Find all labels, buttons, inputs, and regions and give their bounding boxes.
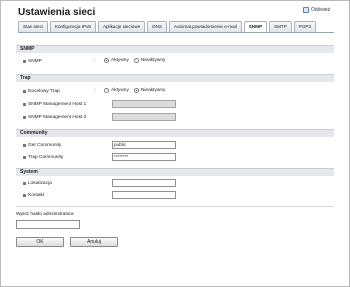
trap-community-input[interactable]: ******** xyxy=(112,153,176,161)
cancel-button[interactable]: Anuluj xyxy=(70,237,118,247)
tab-email-notification[interactable]: Automat.powiadomienie e-mail xyxy=(168,21,242,32)
tab-ipv6[interactable]: Konfiguracja IPv6 xyxy=(49,21,96,32)
admin-password-label: Wpisz hasło administratora xyxy=(16,212,74,217)
settings-window: Ustawienia sieci Odśwież Stan sieci Konf… xyxy=(0,0,350,287)
location-input[interactable] xyxy=(112,179,176,187)
tab-dns[interactable]: DNS xyxy=(147,21,167,32)
section-trap-header: Trap xyxy=(16,74,334,82)
bullet-icon xyxy=(23,60,26,63)
section-snmp-header: SNMP xyxy=(16,45,334,53)
section-community-header: Community xyxy=(16,129,334,137)
page-title: Ustawienia sieci xyxy=(18,7,96,18)
refresh-label: Odśwież xyxy=(311,7,331,13)
tab-bar: Stan sieci Konfiguracja IPv6 Aplikacje s… xyxy=(18,21,317,32)
snmp-radio-group: Aktywny Nieaktywny xyxy=(104,58,165,63)
get-community-input[interactable]: public xyxy=(112,141,176,149)
snmp-active-radio[interactable]: Aktywny xyxy=(104,58,129,63)
radio-unselected-icon xyxy=(104,88,109,93)
refresh-icon xyxy=(303,7,309,13)
bullet-icon xyxy=(23,103,26,106)
radio-unselected-icon xyxy=(133,58,139,63)
tab-smtp[interactable]: SMTP xyxy=(269,21,292,32)
contact-label: Kontakt xyxy=(28,193,45,198)
snmp-inactive-radio[interactable]: Nieaktywny xyxy=(133,58,165,63)
bullet-icon xyxy=(23,182,26,185)
bullet-icon xyxy=(23,156,26,159)
admin-password-input[interactable] xyxy=(16,220,80,229)
host2-input[interactable] xyxy=(112,113,176,121)
radio-selected-icon xyxy=(133,88,139,93)
contact-row: Kontakt xyxy=(16,191,334,201)
trap-target-label: Docelowy Trap xyxy=(28,89,60,94)
host2-label: SNMP Management Host 2 xyxy=(28,115,87,120)
snmp-row: SNMP : Aktywny Nieaktywny xyxy=(16,57,334,67)
separator: : xyxy=(94,59,96,64)
contact-input[interactable] xyxy=(112,191,176,199)
trap-target-row: Docelowy Trap : Aktywny Nieaktywny xyxy=(16,87,334,97)
divider xyxy=(16,206,334,207)
tab-snmp[interactable]: SNMP xyxy=(243,21,268,32)
location-label: Lokalizacja xyxy=(28,181,52,186)
refresh-button[interactable]: Odśwież xyxy=(303,7,330,13)
tab-network-apps[interactable]: Aplikacje sieciowe xyxy=(97,21,146,32)
trap-inactive-radio[interactable]: Nieaktywny xyxy=(133,88,165,93)
tab-pop3[interactable]: POP3 xyxy=(293,21,317,32)
trap-community-row: Trap Community ******** xyxy=(16,153,334,163)
bullet-icon xyxy=(23,90,26,93)
bullet-icon xyxy=(23,194,26,197)
bullet-icon xyxy=(23,144,26,147)
host1-label: SNMP Management Host 1 xyxy=(28,102,87,107)
trap-host1-row: SNMP Management Host 1 xyxy=(16,100,334,110)
get-community-row: Get Community public xyxy=(16,141,334,151)
ok-button[interactable]: OK xyxy=(16,237,64,247)
trap-community-label: Trap Community xyxy=(28,155,64,160)
location-row: Lokalizacja xyxy=(16,179,334,189)
trap-host2-row: SNMP Management Host 2 xyxy=(16,113,334,123)
separator: : xyxy=(94,89,96,94)
get-community-label: Get Community xyxy=(28,143,62,148)
host1-input[interactable] xyxy=(112,100,176,108)
section-system-header: System xyxy=(16,168,334,176)
tab-underline xyxy=(18,32,334,33)
snmp-label: SNMP xyxy=(28,59,42,64)
trap-radio-group: Aktywny Nieaktywny xyxy=(104,88,165,93)
tab-network-status[interactable]: Stan sieci xyxy=(18,21,48,32)
bullet-icon xyxy=(23,116,26,119)
radio-selected-icon xyxy=(104,58,109,63)
trap-active-radio[interactable]: Aktywny xyxy=(104,88,129,93)
